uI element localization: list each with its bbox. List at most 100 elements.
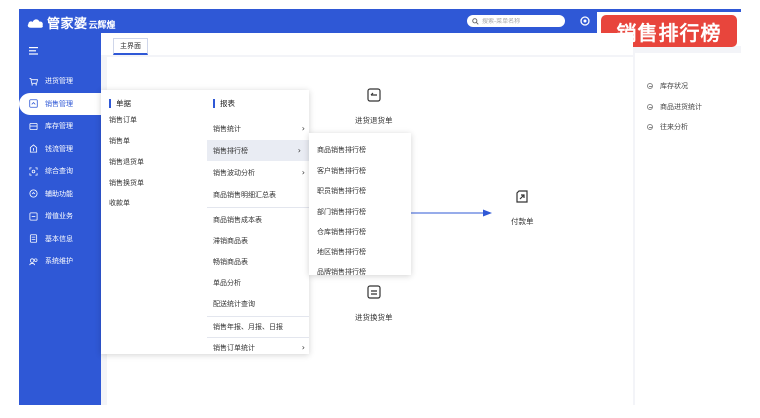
sidebar-item-inventory[interactable]: 库存管理 bbox=[19, 115, 101, 138]
chevron-right-icon: › bbox=[297, 146, 301, 155]
menu-item-label: 畅销商品表 bbox=[213, 257, 248, 266]
sidebar-item-value-added[interactable]: 增值业务 bbox=[19, 205, 101, 228]
menu-item-receipt[interactable]: 收款单 bbox=[109, 198, 130, 208]
right-link-label: 往来分析 bbox=[660, 123, 688, 131]
submenu-item-region-ranking[interactable]: 地区销售排行榜 bbox=[317, 247, 366, 257]
menu-item-sales-doc[interactable]: 销售单 bbox=[109, 136, 130, 146]
menu-item-sales-period-reports[interactable]: 销售年报、月报、日报 bbox=[213, 316, 305, 337]
submenu-item-staff-ranking[interactable]: 职员销售排行榜 bbox=[317, 186, 366, 196]
menu-item-label: 销售年报、月报、日报 bbox=[213, 322, 283, 331]
docs-column-header: 单据 bbox=[109, 98, 131, 109]
sidebar-item-label: 辅助功能 bbox=[45, 189, 73, 198]
menu-item-sales-detail-summary[interactable]: 商品销售明细汇总表 bbox=[213, 184, 305, 205]
menu-item-label: 销售排行榜 bbox=[213, 146, 248, 155]
menu-item-delivery-stats[interactable]: 配送统计查询 bbox=[213, 293, 305, 314]
sidebar-item-label: 增值业务 bbox=[45, 212, 73, 221]
menu-toggle-icon[interactable] bbox=[29, 47, 39, 55]
settings-icon[interactable] bbox=[580, 16, 590, 26]
menu-item-sales-ranking[interactable]: 销售排行榜 › bbox=[207, 140, 309, 161]
sidebar-item-label: 综合查询 bbox=[45, 167, 73, 176]
right-link-label: 库存状况 bbox=[660, 82, 688, 90]
value-icon bbox=[29, 212, 38, 221]
flow-purchase-return[interactable]: 进货退货单 bbox=[355, 87, 393, 126]
sidebar-item-query[interactable]: 综合查询 bbox=[19, 160, 101, 183]
sidebar-nav: 进货管理 销售管理 库存管理 钱流管理 综合查询 辅助功能 增值业务 基本信息 … bbox=[19, 70, 101, 273]
menu-divider bbox=[207, 207, 309, 208]
sales-flyout-menu: 单据 销售订单 销售单 销售退货单 销售换货单 收款单 报表 销售统计 › 销售… bbox=[101, 90, 309, 354]
menu-item-label: 商品销售成本表 bbox=[213, 215, 262, 224]
menu-item-sales-cost[interactable]: 商品销售成本表 bbox=[213, 209, 305, 230]
sidebar-item-label: 系统维护 bbox=[45, 257, 73, 266]
cloud-icon bbox=[27, 18, 43, 28]
right-link-account-analysis[interactable]: 往来分析 bbox=[647, 122, 688, 132]
search-input[interactable] bbox=[482, 17, 562, 25]
return-doc-icon bbox=[367, 88, 381, 102]
chevron-right-icon: › bbox=[301, 343, 305, 352]
minus-circle-icon bbox=[647, 104, 653, 110]
sidebar-item-label: 钱流管理 bbox=[45, 144, 73, 153]
menu-item-sales-stats[interactable]: 销售统计 › bbox=[213, 118, 305, 139]
query-icon bbox=[29, 167, 38, 176]
menu-item-label: 销售统计 bbox=[213, 124, 241, 133]
menu-item-label: 滞销商品表 bbox=[213, 236, 248, 245]
menu-item-sales-order[interactable]: 销售订单 bbox=[109, 115, 137, 125]
menu-item-sales-return[interactable]: 销售退货单 bbox=[109, 157, 144, 167]
app-window: 管家婆 云辉煌 销售排行榜 进货管理 bbox=[19, 9, 741, 405]
exchange-doc-icon bbox=[367, 285, 381, 299]
assist-icon bbox=[29, 189, 38, 198]
minus-circle-icon bbox=[647, 124, 653, 130]
menu-item-best-sellers[interactable]: 畅销商品表 bbox=[213, 251, 305, 272]
menu-item-slow-sellers[interactable]: 滞销商品表 bbox=[213, 230, 305, 251]
menu-item-sales-exchange[interactable]: 销售换货单 bbox=[109, 178, 144, 188]
right-link-purchase-stats[interactable]: 商品进货统计 bbox=[647, 102, 702, 112]
flow-label: 付款单 bbox=[511, 217, 534, 226]
flow-payment[interactable]: 付款单 bbox=[511, 188, 534, 227]
sales-icon bbox=[29, 99, 38, 108]
flow-purchase-exchange[interactable]: 进货换货单 bbox=[355, 284, 393, 323]
menu-item-label: 销售波动分析 bbox=[213, 168, 255, 177]
flow-arrow bbox=[407, 209, 492, 217]
flow-label: 进货退货单 bbox=[355, 116, 393, 125]
flow-label: 进货换货单 bbox=[355, 313, 393, 322]
sidebar-item-assist[interactable]: 辅助功能 bbox=[19, 183, 101, 206]
sidebar-item-system[interactable]: 系统维护 bbox=[19, 250, 101, 273]
search-icon bbox=[472, 17, 479, 25]
app-logo: 管家婆 云辉煌 bbox=[27, 13, 116, 32]
menu-search[interactable] bbox=[467, 15, 565, 27]
menu-item-single-product-analysis[interactable]: 单品分析 bbox=[213, 272, 305, 293]
chevron-right-icon: › bbox=[301, 124, 305, 133]
logo-text: 管家婆 bbox=[47, 17, 88, 32]
ranking-submenu: 商品销售排行榜 客户销售排行榜 职员销售排行榜 部门销售排行榜 仓库销售排行榜 … bbox=[309, 133, 411, 277]
money-icon bbox=[29, 144, 38, 153]
sidebar-item-purchase[interactable]: 进货管理 bbox=[19, 70, 101, 93]
sidebar-item-label: 进货管理 bbox=[45, 77, 73, 86]
sidebar-item-sales[interactable]: 销售管理 bbox=[19, 92, 101, 115]
submenu-item-brand-ranking[interactable]: 品牌销售排行榜 bbox=[317, 267, 366, 277]
sidebar-item-basic-info[interactable]: 基本信息 bbox=[19, 228, 101, 251]
sidebar-item-label: 销售管理 bbox=[45, 99, 73, 108]
logo-subtext: 云辉煌 bbox=[88, 20, 116, 31]
warehouse-icon bbox=[29, 122, 38, 130]
minus-circle-icon bbox=[647, 83, 653, 89]
menu-item-sales-order-stats[interactable]: 销售订单统计 › bbox=[213, 337, 305, 358]
payment-doc-icon bbox=[516, 190, 528, 203]
menu-item-label: 配送统计查询 bbox=[213, 299, 255, 308]
reports-column-header: 报表 bbox=[213, 98, 235, 109]
sidebar-item-money[interactable]: 钱流管理 bbox=[19, 138, 101, 161]
submenu-item-customer-ranking[interactable]: 客户销售排行榜 bbox=[317, 166, 366, 176]
sidebar: 进货管理 销售管理 库存管理 钱流管理 综合查询 辅助功能 增值业务 基本信息 … bbox=[19, 33, 101, 405]
menu-item-sales-fluctuation[interactable]: 销售波动分析 › bbox=[213, 162, 305, 183]
submenu-item-product-ranking[interactable]: 商品销售排行榜 bbox=[317, 145, 366, 155]
right-link-inventory-status[interactable]: 库存状况 bbox=[647, 81, 688, 91]
menu-item-label: 单品分析 bbox=[213, 278, 241, 287]
chevron-right-icon: › bbox=[301, 168, 305, 177]
right-panel: 库存状况 商品进货统计 往来分析 bbox=[635, 53, 741, 405]
tab-strip: 主界面 bbox=[101, 33, 633, 55]
right-link-label: 商品进货统计 bbox=[660, 103, 702, 111]
submenu-item-department-ranking[interactable]: 部门销售排行榜 bbox=[317, 207, 366, 217]
info-icon bbox=[29, 234, 38, 243]
sidebar-item-label: 基本信息 bbox=[45, 234, 73, 243]
submenu-item-warehouse-ranking[interactable]: 仓库销售排行榜 bbox=[317, 227, 366, 237]
tab-main[interactable]: 主界面 bbox=[113, 38, 148, 55]
sidebar-item-label: 库存管理 bbox=[45, 122, 73, 131]
